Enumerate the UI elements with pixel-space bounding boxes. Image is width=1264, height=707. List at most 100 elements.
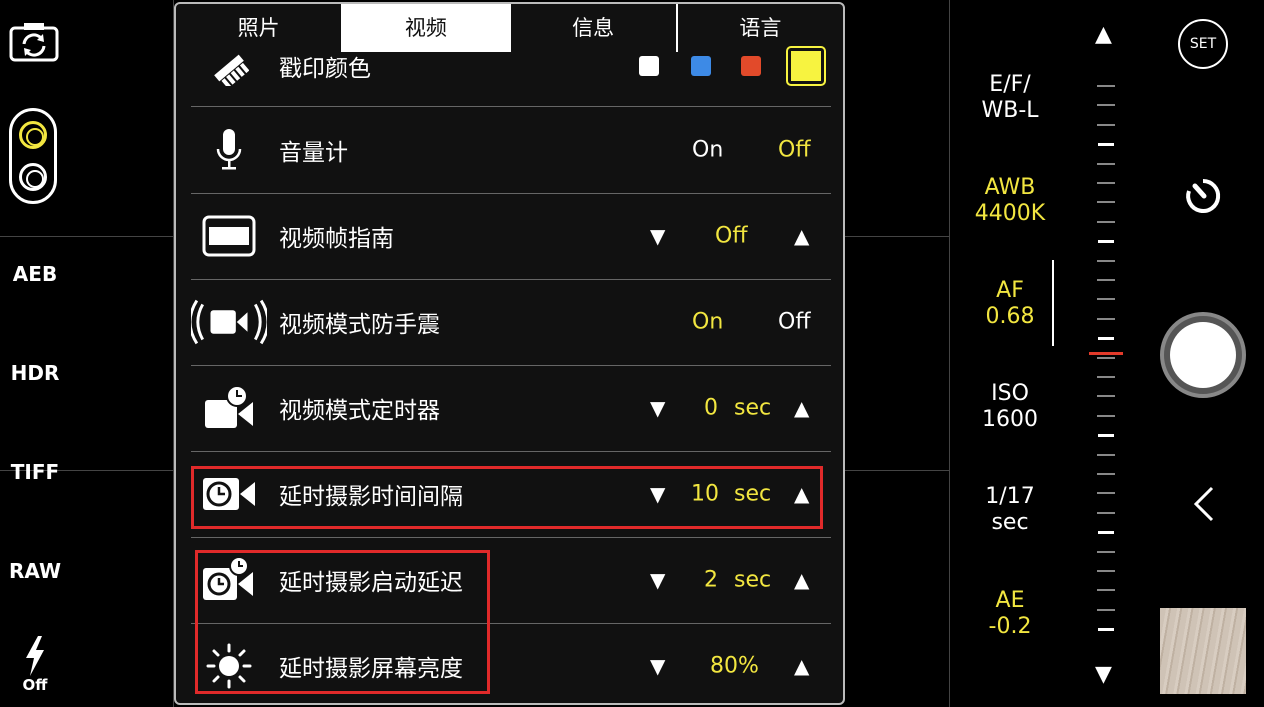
video-timer-value: 0 (704, 395, 718, 421)
color-swatch-red[interactable] (741, 56, 761, 76)
iso-button[interactable]: ISO 1600 (960, 381, 1060, 433)
slider-tick (1097, 163, 1115, 165)
slider-tick (1097, 589, 1115, 591)
slider-tick (1098, 434, 1114, 437)
slider-tick (1097, 221, 1115, 223)
self-timer-icon (1186, 178, 1221, 213)
switch-camera-icon (9, 23, 59, 62)
aeb-button[interactable]: AEB (0, 262, 70, 286)
increase-button[interactable]: ▲ (794, 568, 809, 592)
color-swatch-blue[interactable] (691, 56, 711, 76)
shutter-inner (1170, 322, 1236, 388)
efwb-line2: WB-L (981, 98, 1039, 123)
setting-row-volume-meter: 音量计 On Off (191, 107, 831, 194)
setting-row-video-timer: 视频模式定时器 ▼ 0 sec ▲ (191, 365, 831, 452)
lens-selector[interactable] (9, 108, 57, 204)
slider-tick (1097, 512, 1115, 514)
slider-tick (1097, 551, 1115, 553)
highlight-box (195, 550, 490, 694)
frame-guide-value: Off (715, 223, 748, 249)
stabilization-on-option[interactable]: On (692, 310, 723, 335)
slider-up-button[interactable]: ▲ (1095, 22, 1112, 47)
slider-tick (1097, 415, 1115, 417)
stabilization-icon (191, 292, 267, 352)
af-button[interactable]: AF 0.68 (960, 278, 1060, 330)
slider-tick (1097, 201, 1115, 203)
flash-icon (26, 636, 44, 676)
tele-lens-option[interactable] (19, 163, 47, 191)
increase-button[interactable]: ▲ (794, 654, 809, 678)
slider-position-marker[interactable] (1089, 352, 1123, 355)
ae-button[interactable]: AE -0.2 (960, 588, 1060, 640)
hdr-button[interactable]: HDR (0, 361, 70, 385)
slider-tick (1097, 609, 1115, 611)
guide-line (0, 236, 174, 237)
wide-lens-option[interactable] (19, 121, 47, 149)
raw-button[interactable]: RAW (0, 559, 70, 583)
microphone-icon (191, 120, 267, 180)
volume-meter-off-option[interactable]: Off (778, 138, 810, 163)
af-value: 0.68 (985, 304, 1035, 329)
efwb-lock-button[interactable]: E/F/ WB-L (960, 72, 1060, 124)
settings-button[interactable]: SET (1178, 19, 1228, 69)
timelapse-delay-value: 2 (704, 567, 718, 593)
guide-line (845, 236, 950, 237)
increase-button[interactable]: ▲ (794, 396, 809, 420)
decrease-button[interactable]: ▼ (650, 396, 665, 420)
iso-label: ISO (991, 381, 1029, 406)
decrease-button[interactable]: ▼ (650, 224, 665, 248)
switch-camera-button[interactable] (8, 20, 60, 64)
shutter-value: 1/17 (985, 484, 1035, 509)
collapse-button[interactable] (1192, 484, 1216, 528)
slider-tick (1097, 260, 1115, 262)
color-swatch-white[interactable] (639, 56, 659, 76)
slider-tick (1097, 318, 1115, 320)
shutter-button[interactable] (1160, 312, 1246, 398)
decrease-button[interactable]: ▼ (650, 568, 665, 592)
timer-button[interactable] (1183, 175, 1223, 219)
setting-row-stamp-color: 戳印颜色 (191, 20, 831, 107)
slider-tick (1097, 298, 1115, 300)
decrease-button[interactable]: ▼ (650, 654, 665, 678)
slider-tick (1097, 395, 1115, 397)
frame-guide-icon (191, 206, 267, 266)
flash-button[interactable]: Off (0, 636, 70, 694)
efwb-line1: E/F/ (989, 72, 1031, 97)
slider-tick (1097, 85, 1115, 87)
color-swatch-yellow[interactable] (786, 46, 826, 86)
setting-row-stabilization: 视频模式防手震 On Off (191, 279, 831, 366)
slider-tick (1097, 376, 1115, 378)
slider-tick (1098, 337, 1114, 340)
setting-label: 戳印颜色 (279, 56, 371, 82)
slider-tick (1097, 570, 1115, 572)
flash-label: Off (22, 676, 48, 694)
stabilization-off-option[interactable]: Off (778, 310, 810, 335)
slider-tick (1098, 240, 1114, 243)
setting-label: 视频帧指南 (279, 226, 394, 252)
awb-button[interactable]: AWB 4400K (960, 175, 1060, 227)
chevron-left-icon (1193, 486, 1214, 522)
increase-button[interactable]: ▲ (794, 224, 809, 248)
slider-tick (1097, 279, 1115, 281)
af-label: AF (996, 278, 1024, 303)
active-indicator (1052, 260, 1054, 346)
slider-tick (1097, 492, 1115, 494)
setting-row-frame-guide: 视频帧指南 ▼ Off ▲ (191, 193, 831, 280)
slider-tick (1098, 531, 1114, 534)
shutter-speed-button[interactable]: 1/17 sec (960, 484, 1060, 536)
guide-line (949, 0, 950, 707)
slider-tick (1097, 454, 1115, 456)
brightness-value: 80% (710, 653, 759, 679)
setting-label: 视频模式防手震 (279, 312, 440, 338)
slider-down-button[interactable]: ▼ (1095, 662, 1112, 687)
video-timer-unit: sec (734, 395, 772, 421)
tiff-button[interactable]: TIFF (0, 460, 70, 484)
gallery-thumbnail[interactable] (1160, 608, 1246, 694)
timelapse-delay-unit: sec (734, 567, 772, 593)
stamp-icon (191, 38, 267, 98)
setting-label: 音量计 (279, 140, 348, 166)
ae-label: AE (995, 588, 1025, 613)
awb-label: AWB (984, 175, 1036, 200)
volume-meter-on-option[interactable]: On (692, 138, 723, 163)
slider-tick (1097, 124, 1115, 126)
